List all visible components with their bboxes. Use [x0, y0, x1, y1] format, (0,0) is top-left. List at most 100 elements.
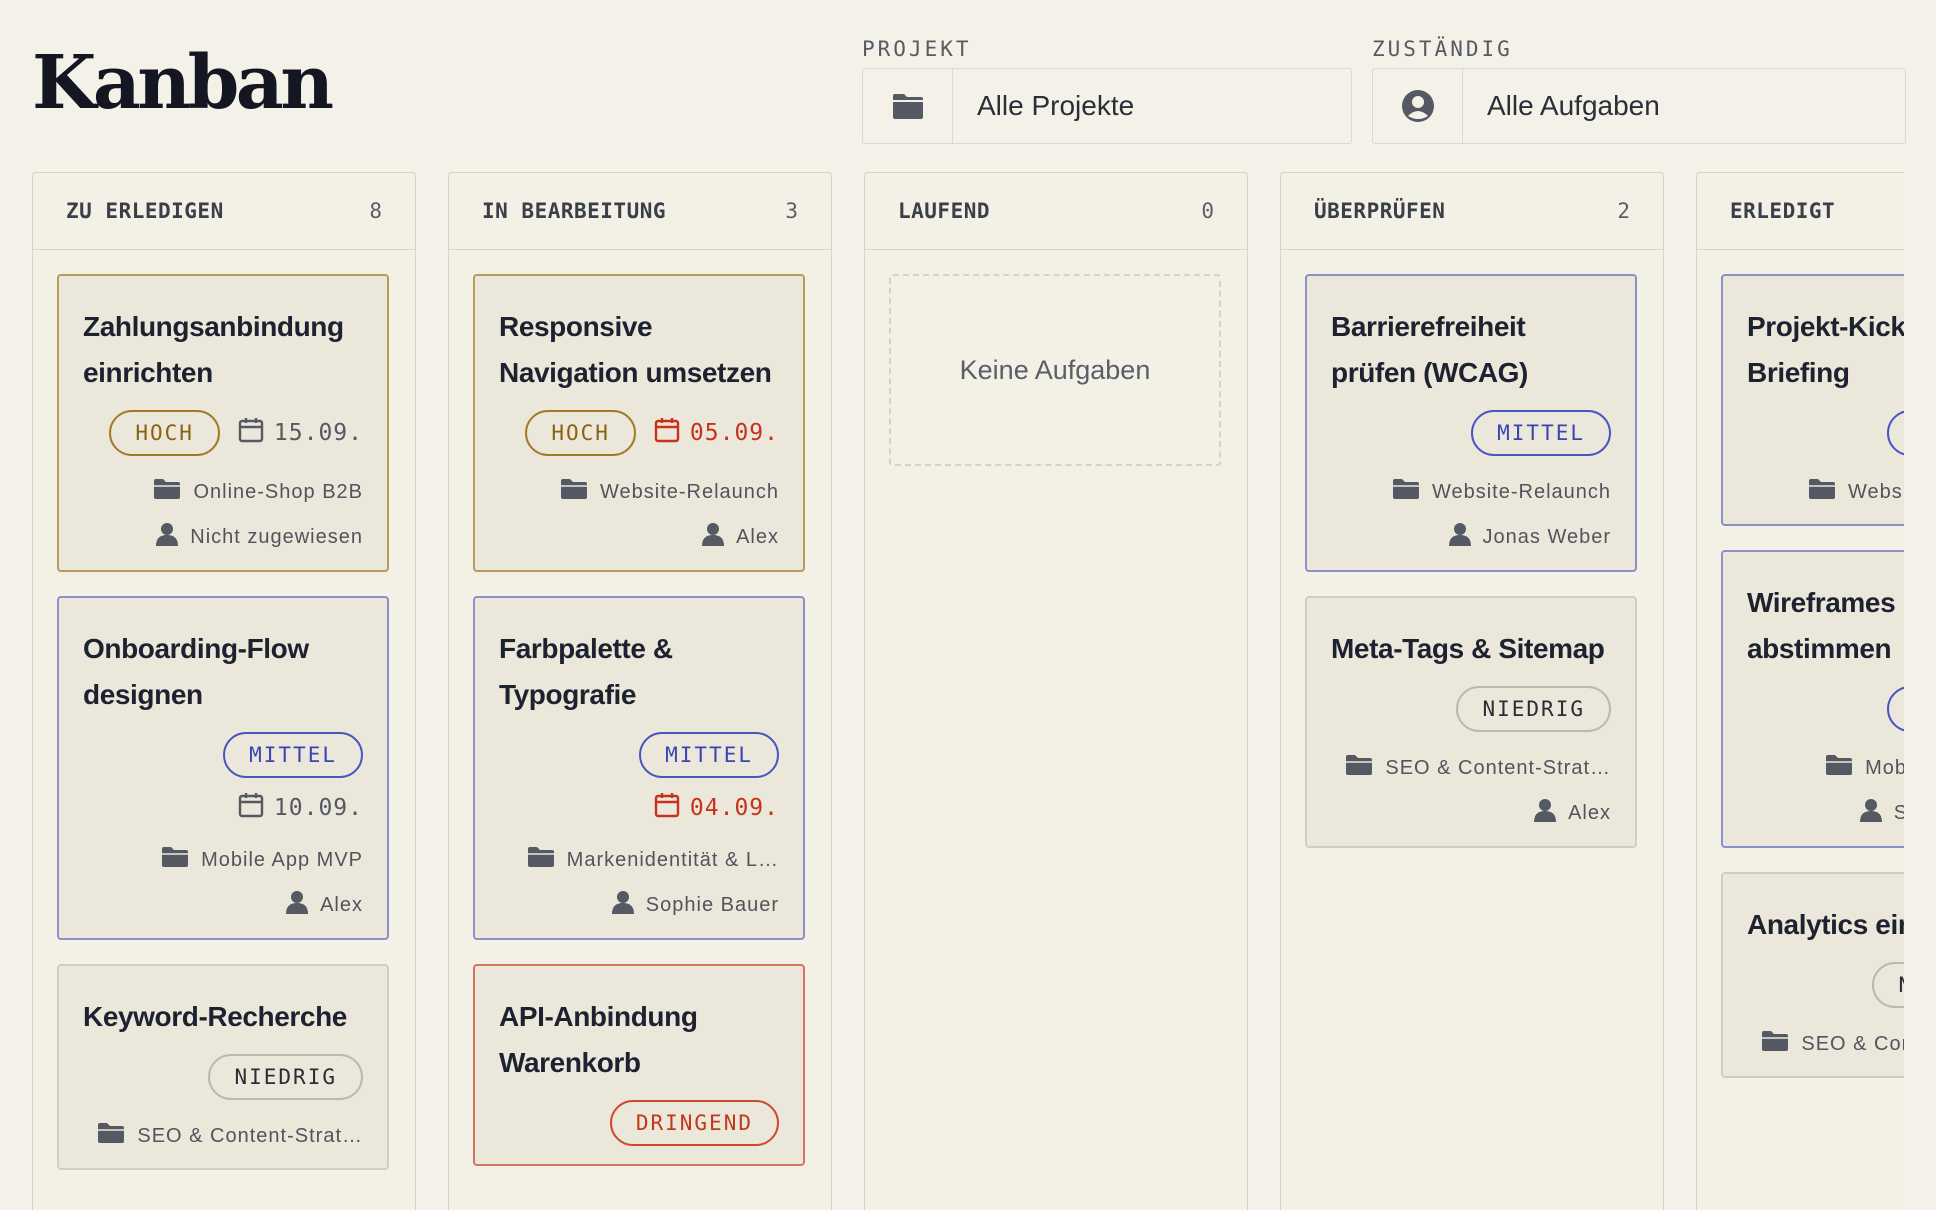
column-header: IN BEARBEITUNG 3 — [449, 173, 831, 250]
task-card[interactable]: Keyword-Recherche NIEDRIG SEO & Content-St… — [57, 964, 389, 1170]
task-card[interactable]: Analytics einrichten NIEDRIG SEO & Content… — [1721, 872, 1904, 1078]
task-title: Projekt-Kickoff & Briefing — [1747, 311, 1904, 388]
task-assignee: Nicht zugewiesen — [83, 522, 363, 552]
task-title: Wireframes abstimmen — [1747, 587, 1896, 664]
column-title: ERLEDIGT — [1730, 199, 1836, 223]
task-card[interactable]: Responsive Navigation umsetzen HOCH 05.09.… — [473, 274, 805, 572]
task-title: Responsive Navigation umsetzen — [499, 311, 772, 388]
task-card[interactable]: Wireframes abstimmen MITTEL Mobile App MVP… — [1721, 550, 1904, 848]
task-card[interactable]: API-Anbindung Warenkorb DRINGEND — [473, 964, 805, 1166]
card-tags: MITTEL — [1747, 686, 1904, 732]
column-count: 8 — [369, 199, 382, 223]
card-tags: NIEDRIG — [1331, 686, 1611, 732]
task-project: SEO & Content-Strat… — [1747, 1030, 1904, 1058]
priority-badge: MITTEL — [1887, 410, 1904, 456]
priority-badge: MITTEL — [223, 732, 363, 778]
task-project-text: SEO & Content-Strat… — [137, 1124, 363, 1147]
card-tags: MITTEL — [83, 732, 363, 778]
priority-badge: NIEDRIG — [208, 1054, 363, 1100]
task-project: Online-Shop B2B — [83, 478, 363, 506]
folder-icon — [560, 478, 588, 506]
task-card[interactable]: Farbpalette & Typografie MITTEL 04.09. Mark… — [473, 596, 805, 940]
folder-icon — [153, 478, 181, 506]
task-project: Markenidentität & L… — [499, 846, 779, 874]
due-date-text: 05.09. — [689, 420, 779, 446]
task-project: SEO & Content-Strat… — [1331, 754, 1611, 782]
task-assignee: Alex — [83, 890, 363, 920]
priority-badge: NIEDRIG — [1456, 686, 1611, 732]
column-0: ZU ERLEDIGEN 8 Zahlungsanbindung einrichte… — [32, 172, 416, 1210]
card-tags: NIEDRIG — [1747, 962, 1904, 1008]
task-project: Mobile App MVP — [1747, 754, 1904, 782]
column-4: ERLEDIGT Projekt-Kickoff & Briefing MITTEL… — [1696, 172, 1904, 1210]
task-title: Keyword-Recherche — [83, 1001, 347, 1032]
task-assignee-text: Nicht zugewiesen — [190, 525, 363, 548]
task-card[interactable]: Zahlungsanbindung einrichten HOCH 15.09. On… — [57, 274, 389, 572]
user-icon — [702, 522, 725, 552]
user-icon — [156, 522, 179, 552]
priority-badge: MITTEL — [1887, 686, 1904, 732]
due-date-text: 10.09. — [273, 795, 363, 821]
task-project: Mobile App MVP — [83, 846, 363, 874]
user-icon — [286, 890, 309, 920]
column-body: Zahlungsanbindung einrichten HOCH 15.09. On… — [33, 250, 415, 1210]
task-assignee: Sophie Bauer — [1747, 798, 1904, 828]
due-date-row: 04.09. — [499, 792, 779, 824]
due-date: 10.09. — [238, 792, 363, 824]
task-project-text: Online-Shop B2B — [193, 480, 363, 503]
task-project-text: Mobile App MVP — [201, 848, 363, 871]
task-assignee: Sophie Bauer — [499, 890, 779, 920]
calendar-icon — [238, 417, 264, 449]
column-header: ZU ERLEDIGEN 8 — [33, 173, 415, 250]
task-card[interactable]: Barrierefreiheit prüfen (WCAG) MITTEL Webs… — [1305, 274, 1637, 572]
card-tags: MITTEL — [1747, 410, 1904, 456]
task-assignee: Alex — [1331, 798, 1611, 828]
card-tags: HOCH 15.09. — [83, 410, 363, 456]
column-header: ERLEDIGT — [1697, 173, 1904, 250]
task-project-text: Website-Relaunch — [599, 480, 779, 503]
task-title: Meta-Tags & Sitemap — [1331, 633, 1605, 664]
task-project: SEO & Content-Strat… — [83, 1122, 363, 1150]
task-assignee: Jonas Weber — [1331, 522, 1611, 552]
folder-icon — [527, 846, 555, 874]
due-date-text: 15.09. — [273, 420, 363, 446]
due-date: 05.09. — [654, 417, 779, 449]
task-card[interactable]: Onboarding-Flow designen MITTEL 10.09. Mobi… — [57, 596, 389, 940]
column-title: ZU ERLEDIGEN — [66, 199, 224, 223]
task-card[interactable]: Meta-Tags & Sitemap NIEDRIG SEO & Content-… — [1305, 596, 1637, 848]
column-header: ÜBERPRÜFEN 2 — [1281, 173, 1663, 250]
calendar-icon — [654, 417, 680, 449]
task-title: API-Anbindung Warenkorb — [499, 1001, 698, 1078]
task-card[interactable]: Projekt-Kickoff & Briefing MITTEL Website-… — [1721, 274, 1904, 526]
folder-icon — [161, 846, 189, 874]
card-tags: DRINGEND — [499, 1100, 779, 1146]
task-assignee-text: Sophie Bauer — [645, 893, 779, 916]
task-project-text: Mobile App MVP — [1865, 756, 1904, 779]
user-icon — [611, 890, 634, 920]
column-title: IN BEARBEITUNG — [482, 199, 667, 223]
task-title: Zahlungsanbindung einrichten — [83, 311, 344, 388]
column-1: IN BEARBEITUNG 3 Responsive Navigation ums… — [448, 172, 832, 1210]
user-icon — [1859, 798, 1882, 828]
priority-badge: MITTEL — [1471, 410, 1611, 456]
empty-placeholder: Keine Aufgaben — [889, 274, 1221, 466]
column-2: LAUFEND 0 Keine Aufgaben — [864, 172, 1248, 1210]
calendar-icon — [654, 792, 680, 824]
due-date: 04.09. — [654, 792, 779, 824]
priority-badge: NIEDRIG — [1872, 962, 1904, 1008]
task-project-text: Markenidentität & L… — [566, 848, 779, 871]
column-count: 2 — [1617, 199, 1630, 223]
column-count: 3 — [785, 199, 798, 223]
user-icon — [1534, 798, 1557, 828]
task-title: Onboarding-Flow designen — [83, 633, 309, 710]
task-assignee-text: Alex — [736, 525, 779, 548]
column-title: LAUFEND — [898, 199, 991, 223]
user-icon — [1448, 522, 1471, 552]
task-project-text: Website-Relaunch — [1847, 480, 1904, 503]
task-title: Farbpalette & Typografie — [499, 633, 673, 710]
task-title: Barrierefreiheit prüfen (WCAG) — [1331, 311, 1528, 388]
task-assignee-text: Sophie Bauer — [1894, 802, 1904, 825]
priority-badge: DRINGEND — [609, 1100, 779, 1146]
folder-icon — [1345, 754, 1373, 782]
column-header: LAUFEND 0 — [865, 173, 1247, 250]
